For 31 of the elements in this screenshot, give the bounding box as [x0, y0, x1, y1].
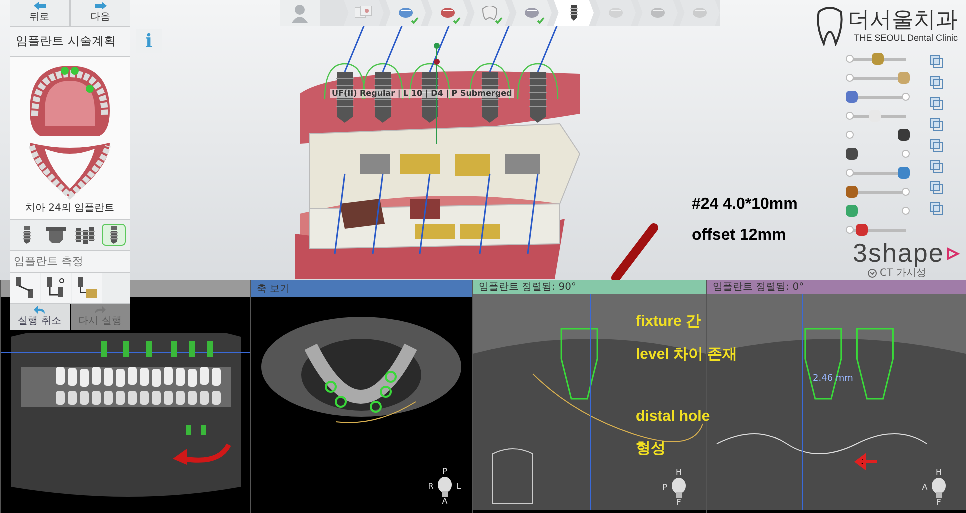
back-button[interactable]: 뒤로: [10, 0, 69, 26]
orientation-label: A: [922, 484, 928, 492]
orientation-label: P: [662, 484, 668, 492]
annotation-text: level 차이 존재: [636, 345, 738, 364]
annotation-text: #24 4.0*10mm: [692, 196, 798, 214]
arch-caption: 치아 24의 임플란트: [25, 202, 115, 215]
orientation-label: H: [676, 469, 682, 477]
orientation-label: L: [456, 483, 462, 491]
orientation-label: R: [428, 483, 434, 491]
orientation-label: A: [442, 498, 448, 506]
annotation-text: 형성: [636, 439, 667, 458]
clinic-subtitle: THE SEOUL Dental Clinic: [854, 33, 958, 44]
clinic-name: 더서울치과: [848, 8, 958, 34]
section-title: 임플란트 측정: [10, 251, 130, 272]
implant-label: UF(II) Regular | L 10 | D4 | P Submerged: [330, 89, 514, 98]
view-title: 축 보기: [257, 282, 290, 296]
measurement-label: 2.46 mm: [813, 374, 854, 384]
brand-logo: 3shape: [853, 238, 944, 268]
view-title: 임플란트 정렬됨: 90°: [479, 281, 576, 294]
next-button[interactable]: 다음: [71, 0, 130, 26]
undo-button[interactable]: 실행 취소: [10, 304, 70, 330]
annotation-text: distal hole: [636, 408, 712, 425]
orientation-label: F: [676, 499, 682, 507]
annotation-text: fixture 간: [636, 312, 702, 331]
panel-title: 임플란트 시술계획: [10, 27, 130, 56]
ct-visibility-button[interactable]: CT 가시성: [868, 266, 926, 280]
orientation-label: H: [936, 469, 942, 477]
view-title: 임플란트 정렬됨: 0°: [713, 281, 804, 294]
annotation-text: offset 12mm: [692, 227, 788, 245]
orientation-label: F: [936, 499, 942, 507]
orientation-label: P: [442, 468, 448, 476]
